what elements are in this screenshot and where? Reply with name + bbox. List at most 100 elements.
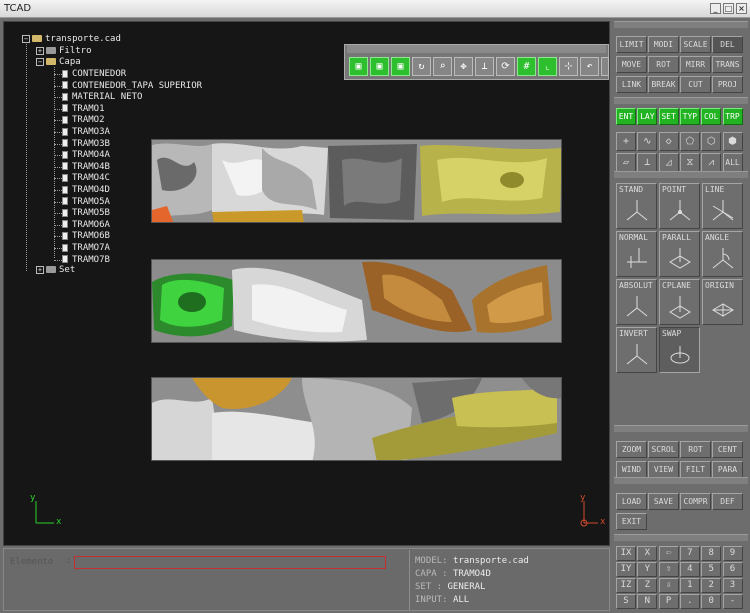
tree-layer-item[interactable]: CONTENEDOR	[62, 69, 126, 80]
exit-button[interactable]: EXIT	[616, 513, 647, 530]
tree-layer-item[interactable]: TRAMO3B	[62, 139, 110, 150]
view-scrol-button[interactable]: SCROL	[648, 441, 679, 458]
view-front-button[interactable]: ▣	[349, 57, 368, 76]
plane-absolut-button[interactable]: ABSOLUT	[616, 279, 657, 325]
model-section-3[interactable]	[151, 377, 562, 461]
element-input[interactable]	[74, 556, 386, 569]
undo-icon[interactable]: ↶	[580, 57, 599, 76]
tree-layer-item[interactable]: TRAMO4D	[62, 185, 110, 196]
tree-node-capa[interactable]: − Capa	[36, 57, 81, 68]
keypad-key[interactable]: S	[616, 594, 636, 609]
keypad-key[interactable]: .	[679, 594, 700, 609]
keypad-key[interactable]: ⇧	[658, 562, 679, 577]
view-filt-button[interactable]: FILT	[680, 461, 711, 478]
shape-surface-icon[interactable]: ◇	[658, 132, 679, 151]
filter-typ-button[interactable]: TYP	[679, 108, 700, 125]
model-section-2[interactable]	[151, 259, 562, 343]
tree-layer-item[interactable]: TRAMO4B	[62, 162, 110, 173]
pan-icon[interactable]: ✥	[454, 57, 473, 76]
keypad-key[interactable]: 0	[701, 594, 722, 609]
tool-del-button[interactable]: DEL	[712, 36, 743, 53]
coordinate-icon[interactable]: ⊹	[559, 57, 578, 76]
keypad-key[interactable]: 7	[679, 546, 700, 561]
view-wind-button[interactable]: WIND	[616, 461, 647, 478]
filter-set-button[interactable]: SET	[658, 108, 679, 125]
tool-break-button[interactable]: BREAK	[648, 76, 679, 93]
tree-node-filtro[interactable]: + Filtro	[36, 46, 92, 57]
model-section-1[interactable]	[151, 139, 562, 223]
shape-wedge-icon[interactable]: ◿	[658, 153, 679, 172]
plane-stand-button[interactable]: STAND	[616, 183, 657, 229]
view-rot-button[interactable]: ROT	[680, 441, 711, 458]
view-para-button[interactable]: PARA	[712, 461, 743, 478]
rotate-view-icon[interactable]: ↻	[412, 57, 431, 76]
plane-invert-button[interactable]: INVERT	[616, 327, 657, 373]
keypad-key[interactable]: 6	[722, 562, 743, 577]
keypad-key[interactable]: ⇦	[658, 546, 679, 561]
tool-scale-button[interactable]: SCALE	[680, 36, 711, 53]
keypad-key[interactable]: IY	[616, 562, 636, 577]
view-iso-button[interactable]: ▣	[370, 57, 389, 76]
tree-layer-item[interactable]: TRAMO5A	[62, 197, 110, 208]
keypad-key[interactable]: 5	[701, 562, 722, 577]
tool-modi-button[interactable]: MODI	[648, 36, 679, 53]
tree-layer-item[interactable]: TRAMO6B	[62, 231, 110, 242]
tool-limit-button[interactable]: LIMIT	[616, 36, 647, 53]
tree-layer-item[interactable]: TRAMO2	[62, 115, 105, 126]
tool-mirr-button[interactable]: MIRR	[680, 56, 711, 73]
shape-hatch-icon[interactable]: ⩘	[701, 153, 722, 172]
file-def-button[interactable]: DEF	[712, 493, 743, 510]
tree-layer-item[interactable]: TRAMO4C	[62, 173, 110, 184]
plane-origin-button[interactable]: ORIGIN	[702, 279, 743, 325]
model-viewport[interactable]: − transporte.cad + Filtro − Capa CONTENEDOR…	[3, 21, 610, 546]
plane-normal-button[interactable]: NORMAL	[616, 231, 657, 277]
keypad-key[interactable]: ⇩	[658, 578, 679, 593]
grid-icon[interactable]: #	[517, 57, 536, 76]
filter-trp-button[interactable]: TRP	[722, 108, 743, 125]
close-button[interactable]: ×	[736, 3, 747, 14]
file-load-button[interactable]: LOAD	[616, 493, 647, 510]
keypad-key[interactable]: X	[637, 546, 658, 561]
zoom-icon[interactable]: ⌕	[433, 57, 452, 76]
keypad-key[interactable]: 1	[679, 578, 700, 593]
tree-layer-item[interactable]: TRAMO3A	[62, 127, 110, 138]
keypad-key[interactable]: 4	[679, 562, 700, 577]
keypad-key[interactable]: 3	[722, 578, 743, 593]
shape-mesh-icon[interactable]: ⧖	[679, 153, 700, 172]
refresh-icon[interactable]: ⟳	[496, 57, 515, 76]
plane-point-button[interactable]: POINT	[659, 183, 700, 229]
shape-polygon-icon[interactable]: ⬠	[679, 132, 700, 151]
tree-layer-item[interactable]: TRAMO7A	[62, 243, 110, 254]
tree-root[interactable]: − transporte.cad	[22, 34, 121, 45]
tool-link-button[interactable]: LINK	[616, 76, 647, 93]
tree-layer-item[interactable]: TRAMO1	[62, 104, 105, 115]
tree-layer-item[interactable]: TRAMO5B	[62, 208, 110, 219]
plane-parall-button[interactable]: PARALL	[659, 231, 700, 277]
keypad-key[interactable]: IZ	[616, 578, 636, 593]
shape-node-icon[interactable]: ⊥	[637, 153, 658, 172]
keypad-key[interactable]: 2	[701, 578, 722, 593]
filter-lay-button[interactable]: LAY	[637, 108, 658, 125]
keypad-key[interactable]: 8	[701, 546, 722, 561]
shape-box-icon[interactable]: ⬢	[722, 132, 743, 151]
view-side-button[interactable]: ▣	[391, 57, 410, 76]
tool-trans-button[interactable]: TRANS	[712, 56, 743, 73]
tool-rot-button[interactable]: ROT	[648, 56, 679, 73]
file-save-button[interactable]: SAVE	[648, 493, 679, 510]
keypad-key[interactable]: Y	[637, 562, 658, 577]
shape-curve-icon[interactable]: ∿	[637, 132, 658, 151]
tree-node-set[interactable]: + Set	[36, 265, 75, 276]
filter-ent-button[interactable]: ENT	[616, 108, 636, 125]
tree-layer-item[interactable]: TRAMO4A	[62, 150, 110, 161]
axis-icon[interactable]: ⊥	[475, 57, 494, 76]
tree-layer-item[interactable]: TRAMO7B	[62, 255, 110, 266]
keypad-key[interactable]: N	[637, 594, 658, 609]
view-view-button[interactable]: VIEW	[648, 461, 679, 478]
tree-layer-item[interactable]: MATERIAL NETO	[62, 92, 142, 103]
keypad-key[interactable]: P	[658, 594, 679, 609]
title-bar[interactable]: TCAD _ □ ×	[0, 0, 750, 18]
plane-cplane-button[interactable]: CPLANE	[659, 279, 700, 325]
tool-cut-button[interactable]: CUT	[680, 76, 711, 93]
shape-point-icon[interactable]: +	[616, 132, 636, 151]
tool-move-button[interactable]: MOVE	[616, 56, 647, 73]
